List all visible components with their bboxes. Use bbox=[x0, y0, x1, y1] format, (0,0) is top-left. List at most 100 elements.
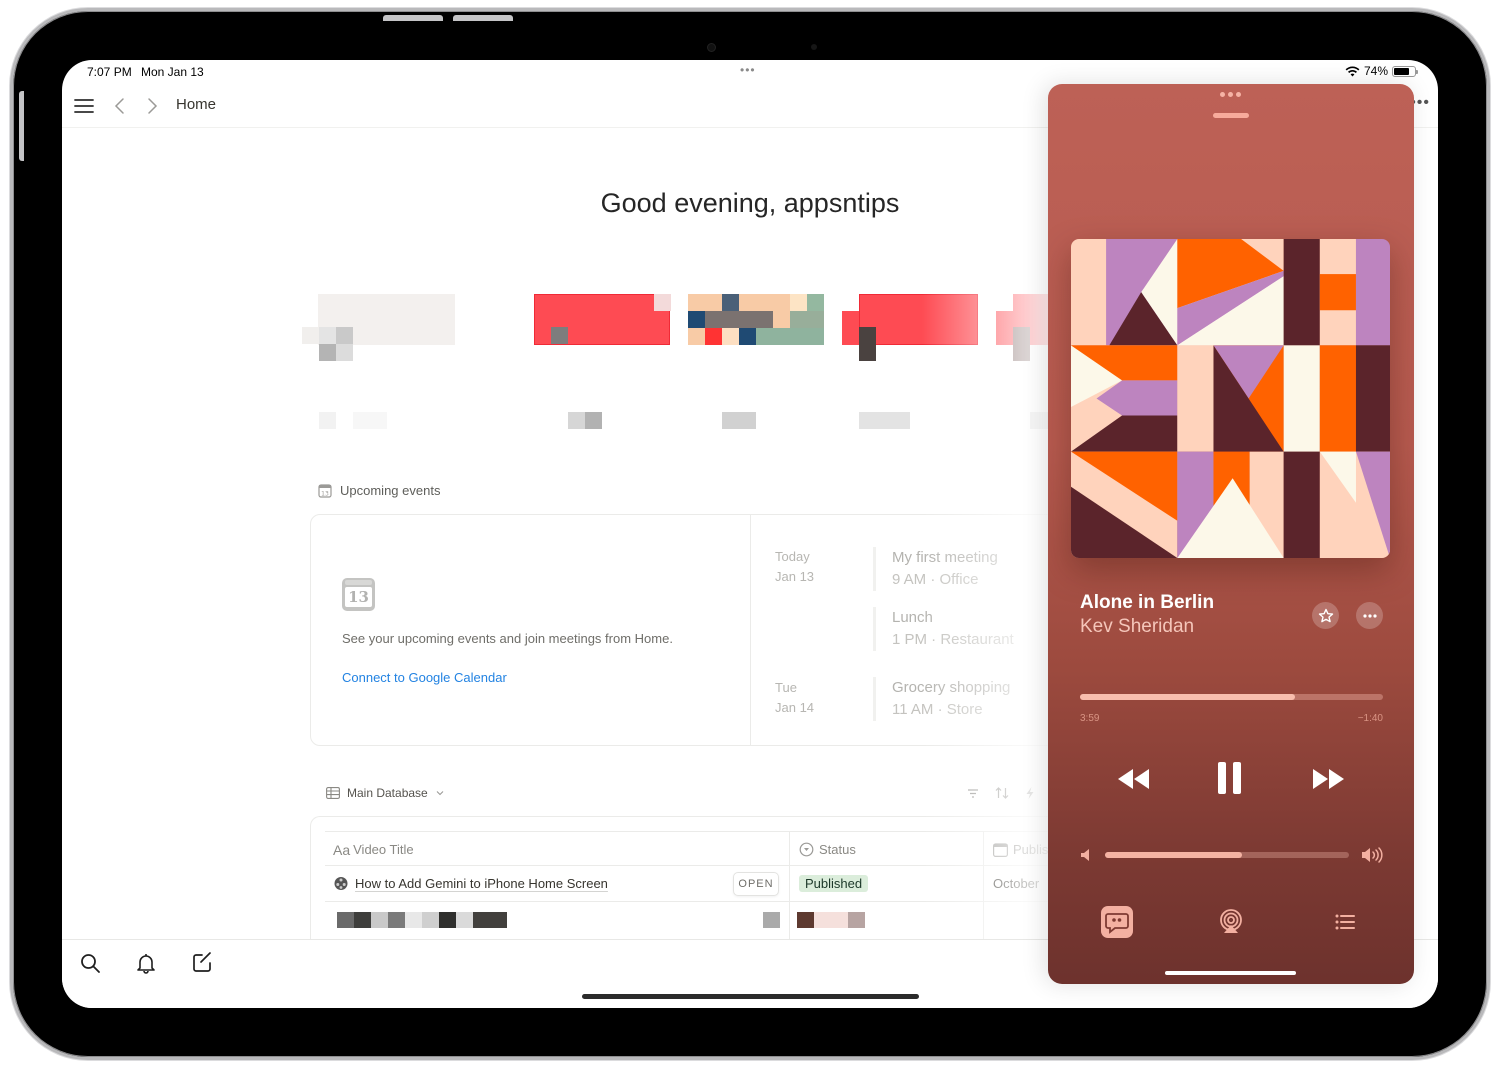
recent-card[interactable] bbox=[688, 292, 828, 447]
column-header-status[interactable]: Status bbox=[799, 832, 856, 867]
automation-icon[interactable] bbox=[1024, 786, 1036, 800]
status-select-icon bbox=[799, 842, 814, 857]
event-subtitle: 11 AM · Store bbox=[892, 701, 983, 718]
database-name: Main Database bbox=[347, 786, 428, 800]
redacted-pixel bbox=[405, 912, 422, 928]
filter-icon[interactable] bbox=[966, 786, 980, 800]
redacted-pixel bbox=[814, 912, 848, 928]
redacted-pixel bbox=[739, 328, 756, 345]
event-item[interactable]: My first meeting 9 AM · Office bbox=[873, 547, 998, 591]
song-title: Alone in Berlin bbox=[1080, 592, 1215, 613]
calendar-icon: 13 bbox=[318, 483, 332, 498]
open-row-button[interactable]: OPEN bbox=[733, 872, 779, 896]
fast-forward-icon[interactable] bbox=[1310, 767, 1346, 791]
redacted-pixel bbox=[585, 412, 602, 429]
calendar-connect-panel: 13 See your upcoming events and join mee… bbox=[311, 515, 751, 745]
redacted-pixel bbox=[353, 412, 387, 429]
status-bar: 7:07 PM Mon Jan 13 ••• 74% bbox=[62, 60, 1438, 86]
connect-google-calendar-link[interactable]: Connect to Google Calendar bbox=[342, 670, 507, 685]
recent-card[interactable] bbox=[302, 292, 455, 447]
status-badge: Published bbox=[799, 875, 869, 892]
event-item[interactable]: Lunch 1 PM · Restaurant bbox=[873, 607, 1014, 651]
redacted-pixel bbox=[705, 311, 773, 328]
lyrics-quote-icon[interactable] bbox=[1100, 905, 1134, 939]
calendar-icon bbox=[993, 842, 1008, 857]
redacted-pixel bbox=[842, 311, 859, 345]
database-tools bbox=[966, 786, 1036, 800]
album-art-graphic bbox=[1071, 239, 1390, 558]
chevron-right-icon[interactable] bbox=[140, 94, 164, 118]
column-header-title[interactable]: Aa Video Title bbox=[333, 832, 414, 867]
event-title: My first meeting bbox=[892, 549, 998, 566]
screen: 7:07 PM Mon Jan 13 ••• 74% Home ••• Good… bbox=[62, 60, 1438, 1008]
volume-slider[interactable] bbox=[1105, 852, 1349, 858]
redacted-pixel bbox=[763, 912, 780, 928]
pause-icon[interactable] bbox=[1216, 760, 1244, 796]
speaker-high-icon bbox=[1362, 847, 1383, 863]
table-row[interactable] bbox=[325, 901, 1069, 937]
event-title: Grocery shopping bbox=[892, 679, 1011, 696]
camera-sensor bbox=[811, 44, 817, 50]
slide-over-dots[interactable] bbox=[1220, 92, 1241, 97]
upcoming-events-title: Upcoming events bbox=[340, 483, 441, 498]
star-icon[interactable] bbox=[1312, 602, 1339, 629]
column-header-published[interactable]: Publis bbox=[993, 832, 1048, 867]
redacted-pixel bbox=[688, 311, 705, 328]
svg-text:13: 13 bbox=[321, 490, 329, 497]
compose-icon[interactable] bbox=[190, 951, 214, 975]
search-icon[interactable] bbox=[78, 951, 102, 975]
redacted-pixel bbox=[473, 912, 507, 928]
redacted-pixel bbox=[456, 912, 473, 928]
row-status-cell[interactable]: Published bbox=[799, 866, 869, 901]
redacted-pixel bbox=[859, 412, 910, 429]
bell-icon[interactable] bbox=[134, 951, 158, 975]
airplay-audio-icon[interactable] bbox=[1214, 905, 1248, 939]
progress-fill bbox=[1080, 694, 1296, 700]
event-day-label: Tue Jan 14 bbox=[775, 680, 815, 715]
database-table: Aa Video Title Status Publis How to Add … bbox=[310, 816, 1070, 956]
player-home-indicator[interactable] bbox=[1165, 971, 1296, 975]
sort-icon[interactable] bbox=[994, 786, 1010, 800]
hamburger-icon[interactable] bbox=[72, 94, 96, 118]
rewind-icon[interactable] bbox=[1116, 767, 1152, 791]
table-row[interactable]: How to Add Gemini to iPhone Home Screen … bbox=[325, 865, 1069, 901]
status-date: Mon Jan 13 bbox=[141, 65, 204, 79]
playback-progress-slider[interactable] bbox=[1080, 694, 1383, 700]
redacted-pixel bbox=[996, 311, 1013, 345]
wifi-icon bbox=[1345, 65, 1360, 76]
redacted-pixel bbox=[1030, 412, 1047, 429]
redacted-pixel bbox=[756, 328, 824, 345]
database-view-selector[interactable]: Main Database bbox=[326, 786, 445, 800]
grabber-handle[interactable] bbox=[1213, 113, 1249, 118]
event-title: Lunch bbox=[892, 609, 933, 626]
event-day-label: Today Jan 13 bbox=[775, 549, 815, 584]
home-indicator[interactable] bbox=[582, 994, 919, 999]
ellipsis-icon[interactable] bbox=[1356, 602, 1383, 629]
recently-visited-cards bbox=[302, 292, 1132, 452]
redacted-pixel bbox=[790, 294, 807, 311]
album-art-shape bbox=[1319, 345, 1356, 452]
album-art-shape bbox=[1355, 345, 1390, 452]
redacted-pixel bbox=[1013, 327, 1030, 361]
event-item[interactable]: Grocery shopping 11 AM · Store bbox=[873, 677, 1010, 721]
artist-name[interactable]: Kev Sheridan bbox=[1080, 616, 1194, 638]
status-time: 7:07 PM bbox=[87, 65, 132, 79]
album-art-shape bbox=[1283, 451, 1320, 558]
volume-fill bbox=[1105, 852, 1242, 858]
redacted-pixel bbox=[722, 294, 739, 311]
redacted-pixel bbox=[705, 328, 722, 345]
film-reel-icon bbox=[334, 876, 348, 890]
row-title-cell[interactable]: How to Add Gemini to iPhone Home Screen bbox=[333, 866, 608, 901]
chevron-down-icon bbox=[436, 791, 444, 796]
recent-card[interactable] bbox=[842, 292, 982, 447]
music-player-slide-over: Alone in Berlin Kev Sheridan 3:59 −1:40 bbox=[1048, 84, 1414, 984]
multitasking-dots[interactable]: ••• bbox=[740, 63, 756, 77]
speaker-low-icon bbox=[1081, 849, 1089, 861]
chevron-left-icon[interactable] bbox=[108, 94, 132, 118]
queue-list-icon[interactable] bbox=[1328, 905, 1362, 939]
row-published-cell[interactable]: October bbox=[993, 866, 1039, 901]
calendar-date-icon: 13 bbox=[342, 578, 375, 611]
redacted-pixel bbox=[790, 311, 824, 328]
recent-card[interactable] bbox=[456, 292, 671, 447]
row-title[interactable]: How to Add Gemini to iPhone Home Screen bbox=[355, 876, 608, 891]
